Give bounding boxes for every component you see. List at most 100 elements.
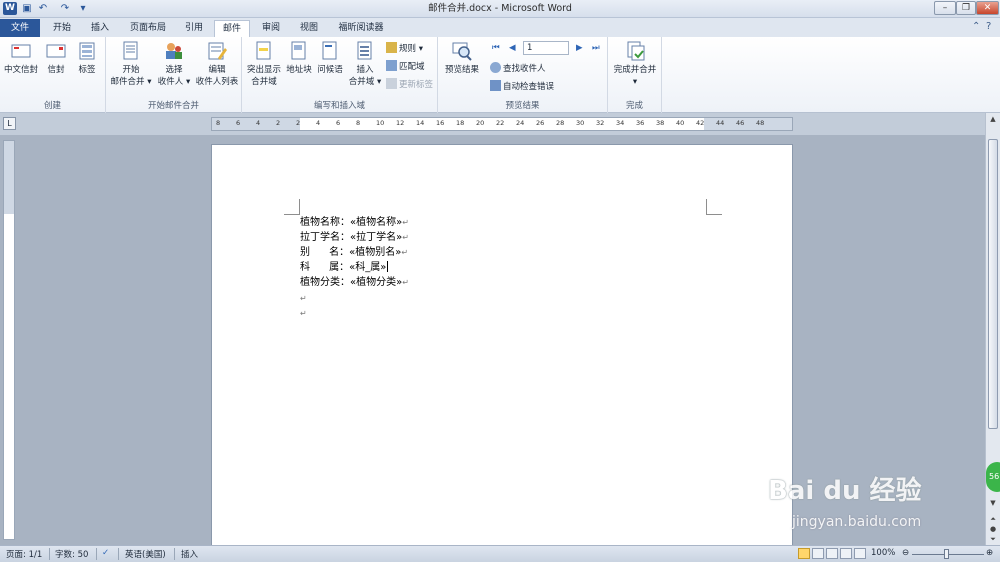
floating-badge[interactable]: 56 bbox=[986, 462, 1000, 492]
paragraph-mark: ↵ bbox=[402, 233, 409, 242]
address-block-icon bbox=[291, 41, 306, 60]
zoom-slider-knob[interactable] bbox=[944, 549, 949, 559]
insert-field-icon bbox=[357, 41, 372, 60]
envelope-icon bbox=[11, 44, 31, 58]
finish-merge-icon bbox=[627, 41, 645, 61]
ruler-number: 36 bbox=[636, 119, 645, 127]
greeting-line-button[interactable]: 问候语 bbox=[314, 40, 346, 76]
doc-line-classification[interactable]: 植物分类：«植物分类»↵ bbox=[300, 275, 409, 290]
web-layout-view-button[interactable] bbox=[826, 548, 838, 559]
check-errors-icon bbox=[490, 80, 501, 91]
tab-home[interactable]: 开始 bbox=[44, 20, 80, 37]
zoom-level[interactable]: 100% bbox=[871, 548, 895, 558]
merge-field: «科_属» bbox=[349, 262, 387, 273]
minimize-ribbon-icon[interactable]: ⌃ bbox=[972, 21, 980, 32]
zoom-out-icon[interactable]: ⊖ bbox=[902, 548, 909, 558]
group-create: 中文信封 信封 标签 创建 bbox=[0, 37, 106, 113]
outline-view-button[interactable] bbox=[840, 548, 852, 559]
tab-insert[interactable]: 插入 bbox=[82, 20, 118, 37]
watermark-logo: Bai du 经验 bbox=[768, 476, 922, 506]
ribbon: 中文信封 信封 标签 创建 开始 邮件合并 ▾ 选择 收件人 ▾ 编辑 收件人列… bbox=[0, 37, 1000, 113]
group-write-label: 编写和插入域 bbox=[313, 101, 365, 111]
ribbon-tab-bar: 文件 开始 插入 页面布局 引用 邮件 审阅 视图 福昕阅读器 ⌃ ? bbox=[0, 18, 1000, 37]
last-record-button[interactable]: ⏭ bbox=[592, 41, 600, 55]
find-recipient-label: 查找收件人 bbox=[503, 64, 546, 74]
edit-recipient-list-button[interactable]: 编辑 收件人列表 bbox=[194, 40, 240, 88]
line-label: 科 属： bbox=[300, 262, 350, 273]
tab-foxit-reader[interactable]: 福昕阅读器 bbox=[330, 20, 392, 37]
help-icon[interactable]: ? bbox=[986, 21, 991, 32]
update-labels-button[interactable]: 更新标签 bbox=[386, 78, 433, 92]
group-start-label: 开始邮件合并 bbox=[147, 101, 199, 111]
auto-check-errors-button[interactable]: 自动检查错误 bbox=[490, 80, 554, 94]
tab-selector-button[interactable]: L bbox=[3, 117, 16, 130]
group-preview-label: 预览结果 bbox=[505, 101, 540, 111]
doc-line-family-genus[interactable]: 科 属：«科_属» bbox=[300, 260, 389, 275]
doc-line-latin-name[interactable]: 拉丁学名：«拉丁学名»↵ bbox=[300, 230, 409, 245]
greeting-label: 问候语 bbox=[317, 65, 343, 75]
finish-merge-line1: 完成并合并 bbox=[613, 65, 657, 75]
tab-file[interactable]: 文件 bbox=[0, 19, 40, 37]
preview-results-label: 预览结果 bbox=[444, 65, 479, 75]
browse-object-icon[interactable]: ● bbox=[988, 525, 998, 533]
group-write-insert-fields: 突出显示 合并域 地址块 问候语 插入 合并域 ▾ 规则 ▾ 匹配域 更新标签 … bbox=[242, 37, 438, 113]
restore-button[interactable]: ❐ bbox=[956, 1, 976, 15]
start-mail-merge-button[interactable]: 开始 邮件合并 ▾ bbox=[110, 40, 152, 88]
word-count[interactable]: 字数: 50 bbox=[55, 548, 88, 560]
highlight-merge-fields-button[interactable]: 突出显示 合并域 bbox=[244, 40, 284, 88]
print-layout-view-button[interactable] bbox=[798, 548, 810, 559]
insert-mode[interactable]: 插入 bbox=[181, 548, 198, 560]
scroll-down-icon[interactable]: ▼ bbox=[988, 499, 998, 507]
vertical-ruler[interactable] bbox=[3, 140, 15, 540]
paragraph-mark: ↵ bbox=[402, 218, 409, 227]
status-divider bbox=[118, 548, 119, 560]
find-recipient-button[interactable]: 查找收件人 bbox=[490, 62, 546, 76]
next-page-icon[interactable]: ⏷ bbox=[988, 535, 998, 544]
draft-view-button[interactable] bbox=[854, 548, 866, 559]
next-record-button[interactable]: ▶ bbox=[576, 41, 583, 55]
scroll-up-icon[interactable]: ▲ bbox=[988, 115, 998, 123]
tab-references[interactable]: 引用 bbox=[178, 20, 210, 37]
chinese-envelope-button[interactable]: 中文信封 bbox=[4, 40, 38, 76]
language[interactable]: 英语(美国) bbox=[125, 548, 166, 560]
ruler-number: 18 bbox=[456, 119, 465, 127]
doc-line-plant-name[interactable]: 植物名称：«植物名称»↵ bbox=[300, 215, 409, 230]
scroll-thumb[interactable] bbox=[988, 139, 998, 429]
tab-review[interactable]: 审阅 bbox=[253, 20, 289, 37]
full-screen-reading-view-button[interactable] bbox=[812, 548, 824, 559]
proofing-icon[interactable]: ✓ bbox=[102, 548, 109, 558]
previous-page-icon[interactable]: ⏶ bbox=[988, 515, 998, 524]
address-block-button[interactable]: 地址块 bbox=[284, 40, 314, 76]
finish-and-merge-button[interactable]: 完成并合并 ▾ bbox=[610, 40, 660, 88]
group-finish: 完成并合并 ▾ 完成 bbox=[608, 37, 662, 113]
page-count[interactable]: 页面: 1/1 bbox=[6, 548, 42, 560]
minimize-button[interactable]: – bbox=[934, 1, 956, 15]
address-block-label: 地址块 bbox=[286, 65, 312, 75]
update-labels-icon bbox=[386, 78, 397, 89]
preview-results-button[interactable]: 预览结果 bbox=[440, 40, 484, 76]
tab-mailings[interactable]: 邮件 bbox=[214, 20, 250, 37]
tab-view[interactable]: 视图 bbox=[291, 20, 327, 37]
zoom-in-icon[interactable]: ⊕ bbox=[986, 548, 993, 558]
match-fields-label: 匹配域 bbox=[399, 62, 425, 72]
horizontal-ruler[interactable]: 8 6 4 2 2 4 6 8 10 12 14 16 18 20 22 24 26 28 30 32 34 36 38 40… bbox=[211, 117, 793, 131]
select-recipients-line2: 收件人 ▾ bbox=[157, 77, 191, 87]
close-button[interactable]: ✕ bbox=[976, 1, 999, 15]
first-record-button[interactable]: ⏮ bbox=[492, 41, 500, 55]
doc-line-alias[interactable]: 别 名：«植物别名»↵ bbox=[300, 245, 408, 260]
envelope-button[interactable]: 信封 bbox=[42, 40, 70, 76]
document-page[interactable]: 植物名称：«植物名称»↵ 拉丁学名：«拉丁学名»↵ 别 名：«植物别名»↵ 科 … bbox=[211, 144, 793, 549]
merge-field: «植物分类» bbox=[350, 277, 403, 288]
insert-merge-field-button[interactable]: 插入 合并域 ▾ bbox=[346, 40, 384, 88]
select-recipients-button[interactable]: 选择 收件人 ▾ bbox=[154, 40, 194, 88]
labels-icon bbox=[79, 42, 95, 60]
ruler-number: 2 bbox=[296, 119, 301, 127]
labels-button[interactable]: 标签 bbox=[72, 40, 102, 76]
rules-button[interactable]: 规则 ▾ bbox=[386, 42, 423, 56]
previous-record-button[interactable]: ◀ bbox=[509, 41, 516, 55]
tab-page-layout[interactable]: 页面布局 bbox=[120, 20, 176, 37]
insert-field-line1: 插入 bbox=[356, 65, 374, 75]
line-label: 拉丁学名： bbox=[300, 232, 350, 243]
match-fields-button[interactable]: 匹配域 bbox=[386, 60, 425, 74]
record-number-input[interactable]: 1 bbox=[523, 41, 569, 55]
